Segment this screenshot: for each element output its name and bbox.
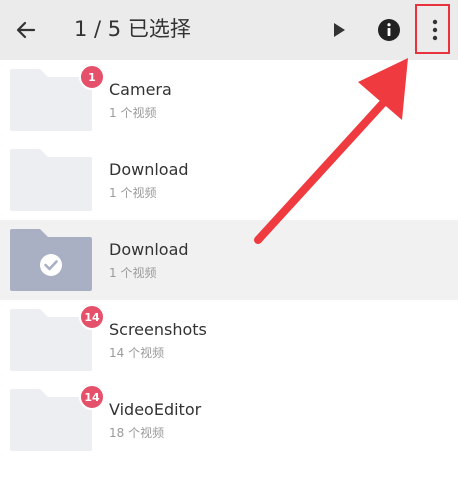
back-button[interactable] (8, 12, 44, 48)
badge: 1 (79, 64, 105, 90)
video-count: 1 个视频 (109, 266, 157, 280)
selection-title: 1 / 5 已选择 (74, 17, 191, 41)
folder-name: Download (109, 160, 189, 179)
info-button[interactable] (372, 12, 406, 48)
video-count: 14 个视频 (109, 346, 165, 360)
top-app-bar: 1 / 5 已选择 (0, 0, 458, 60)
badge: 14 (79, 384, 105, 410)
folder-row[interactable]: 14 Screenshots 14 个视频 (0, 300, 458, 380)
video-count: 1 个视频 (109, 106, 157, 120)
folder-row[interactable]: 1 Camera 1 个视频 (0, 60, 458, 140)
folder-name: Camera (109, 80, 172, 99)
folder-selected-icon (10, 229, 92, 291)
folder-row[interactable]: 14 VideoEditor 18 个视频 (0, 380, 458, 460)
info-icon (378, 19, 400, 41)
folder-name: Screenshots (109, 320, 207, 339)
more-button-highlight-box (415, 4, 450, 54)
video-count: 18 个视频 (109, 426, 165, 440)
folder-row[interactable]: Download 1 个视频 (0, 140, 458, 220)
folder-list: 1 Camera 1 个视频 Download 1 个视频 Download 1… (0, 60, 458, 460)
folder-name: Download (109, 240, 189, 259)
folder-name: VideoEditor (109, 400, 202, 419)
arrow-left-icon (16, 21, 36, 39)
folder-icon (10, 149, 92, 211)
badge: 14 (79, 304, 105, 330)
play-icon (334, 23, 345, 37)
video-count: 1 个视频 (109, 186, 157, 200)
folder-row-selected[interactable]: Download 1 个视频 (0, 220, 458, 300)
play-button[interactable] (322, 12, 356, 48)
